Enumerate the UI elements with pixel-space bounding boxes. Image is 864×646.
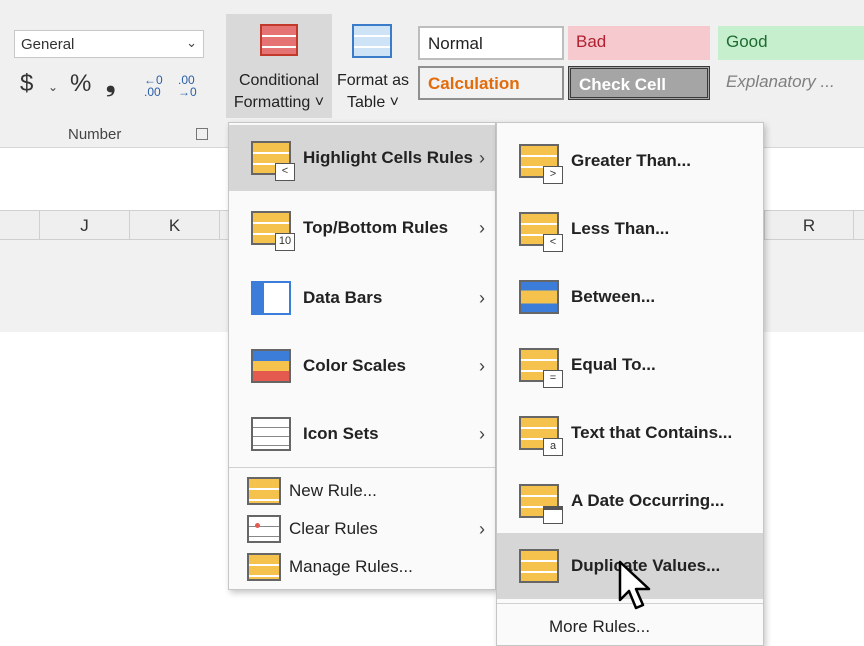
menu-item-label: Clear Rules (289, 519, 378, 538)
menu-item-label: Icon Sets (303, 424, 379, 443)
submenu-item-label: Less Than... (571, 219, 670, 238)
color-scales-icon (251, 349, 291, 383)
column-header-blank (0, 211, 40, 241)
format-as-table-icon (352, 24, 392, 58)
column-header-j[interactable]: J (40, 211, 130, 241)
menu-item-data-bars[interactable]: Data Bars › (229, 265, 495, 331)
column-header-r[interactable]: R (764, 211, 854, 241)
submenu-item-equal-to[interactable]: = Equal To... (497, 331, 763, 399)
chevron-down-icon[interactable]: ⌄ (48, 80, 58, 94)
percent-button[interactable]: % (70, 70, 91, 98)
format-as-table-button[interactable]: Format as Table ˅ (332, 14, 414, 118)
less-than-icon: < (519, 212, 563, 252)
submenu-item-between[interactable]: Between... (497, 263, 763, 331)
submenu-item-text-contains[interactable]: a Text that Contains... (497, 399, 763, 467)
menu-item-top-bottom-rules[interactable]: 10 Top/Bottom Rules › (229, 195, 495, 261)
date-occurring-icon (519, 484, 563, 524)
submenu-item-greater-than[interactable]: > Greater Than... (497, 127, 763, 195)
number-format-value: General (21, 36, 75, 53)
style-good[interactable]: Good (718, 26, 864, 60)
equal-to-icon: = (519, 348, 563, 388)
submenu-item-label: Between... (571, 287, 656, 306)
between-icon (519, 280, 559, 314)
submenu-item-label: Text that Contains... (571, 423, 733, 442)
menu-item-manage-rules[interactable]: Manage Rules... (229, 549, 495, 585)
style-explanatory[interactable]: Explanatory ... (718, 66, 864, 100)
menu-item-new-rule[interactable]: New Rule... (229, 473, 495, 509)
menu-item-highlight-cells-rules[interactable]: < Highlight Cells Rules › (229, 125, 495, 191)
format-as-table-label: Format as Table ˅ (336, 72, 409, 111)
style-check-cell[interactable]: Check Cell (568, 66, 710, 100)
data-bars-icon (251, 281, 291, 315)
number-group-label: Number (68, 126, 122, 143)
menu-separator (229, 467, 495, 468)
style-bad[interactable]: Bad (568, 26, 710, 60)
menu-item-icon-sets[interactable]: Icon Sets › (229, 401, 495, 467)
chevron-right-icon: › (479, 423, 485, 444)
comma-style-button[interactable]: ❟ (106, 70, 115, 98)
currency-button[interactable]: $ (20, 70, 33, 98)
greater-than-icon: > (519, 144, 563, 184)
chevron-right-icon: › (479, 217, 485, 238)
submenu-item-more-rules[interactable]: More Rules... (497, 609, 763, 645)
top-bottom-icon: 10 (251, 211, 295, 251)
chevron-right-icon: › (479, 355, 485, 376)
manage-rules-icon (247, 553, 281, 581)
menu-item-clear-rules[interactable]: Clear Rules › (229, 511, 495, 547)
new-rule-icon (247, 477, 281, 505)
dialog-launcher-icon[interactable] (196, 128, 208, 140)
chevron-down-icon: ⌄ (186, 35, 197, 50)
increase-decimal-button[interactable]: ←0 .00 (144, 74, 163, 98)
chevron-right-icon: › (479, 287, 485, 308)
conditional-formatting-label: Conditional Formatting ˅ (233, 72, 325, 111)
decrease-decimal-button[interactable]: .00 →0 (178, 74, 197, 98)
menu-item-label: Data Bars (303, 288, 383, 307)
menu-item-label: Top/Bottom Rules (303, 218, 449, 237)
menu-item-label: Highlight Cells Rules (303, 148, 474, 167)
chevron-right-icon: › (479, 518, 485, 539)
column-header-k[interactable]: K (130, 211, 220, 241)
conditional-formatting-menu: < Highlight Cells Rules › 10 Top/Bottom … (228, 122, 496, 590)
menu-item-label: New Rule... (289, 481, 377, 500)
conditional-formatting-button[interactable]: Conditional Formatting ˅ (226, 14, 332, 118)
menu-item-color-scales[interactable]: Color Scales › (229, 333, 495, 399)
conditional-formatting-icon (260, 24, 298, 56)
icon-sets-icon (251, 417, 291, 451)
menu-item-label: Color Scales (303, 356, 406, 375)
submenu-item-label: Greater Than... (571, 151, 691, 170)
submenu-item-less-than[interactable]: < Less Than... (497, 195, 763, 263)
menu-item-label: Manage Rules... (289, 557, 413, 576)
clear-rules-icon (247, 515, 281, 543)
style-calculation[interactable]: Calculation (418, 66, 564, 100)
submenu-item-date-occurring[interactable]: A Date Occurring... (497, 467, 763, 535)
submenu-item-label: A Date Occurring... (571, 491, 725, 510)
chevron-right-icon: › (479, 147, 485, 168)
duplicate-values-icon (519, 549, 559, 583)
style-normal[interactable]: Normal (418, 26, 564, 60)
text-contains-icon: a (519, 416, 563, 456)
highlight-cells-icon: < (251, 141, 295, 181)
number-format-dropdown[interactable]: General ⌄ (14, 30, 204, 58)
submenu-item-label: Equal To... (571, 355, 656, 374)
mouse-pointer-icon (618, 560, 651, 610)
submenu-item-label: More Rules... (549, 617, 651, 636)
